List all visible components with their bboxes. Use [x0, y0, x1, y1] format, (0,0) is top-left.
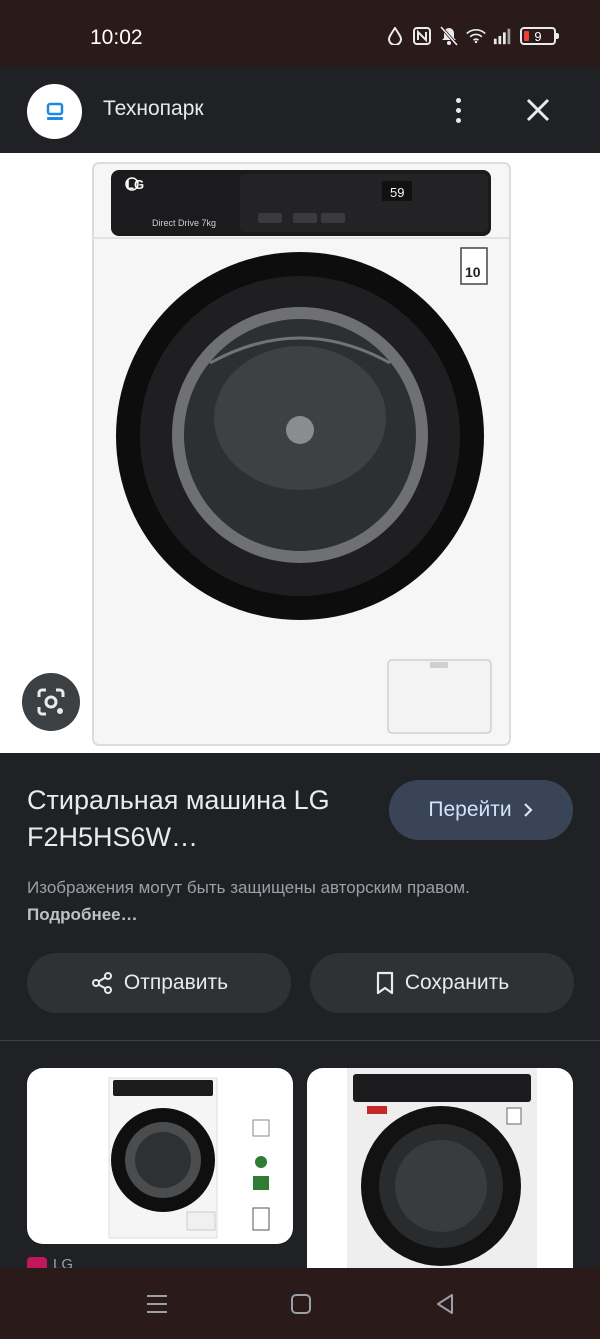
more-vert-icon[interactable] — [444, 93, 472, 127]
site-name[interactable]: Технопарк — [103, 97, 204, 121]
bell-off-icon — [439, 26, 459, 46]
image-title: Стиральная машина LG F2H5HS6W… — [27, 785, 330, 852]
system-navigation-bar — [0, 1268, 600, 1339]
learn-more-link[interactable]: Подробнее… — [27, 905, 138, 924]
home-icon[interactable] — [286, 1290, 316, 1318]
wifi-icon — [466, 26, 486, 46]
visit-button[interactable]: Перейти — [389, 780, 573, 840]
signal-icon — [493, 26, 513, 46]
copyright-disclaimer: Изображения могут быть защищены авторски… — [27, 874, 567, 928]
warranty-badge: 10 — [465, 264, 481, 280]
divider — [0, 1040, 600, 1041]
nfc-icon — [412, 26, 432, 46]
share-button[interactable]: Отправить — [27, 953, 291, 1013]
viewer-header: Технопарк — [0, 67, 600, 153]
machine-display: 59 — [390, 185, 404, 200]
technopark-logo-icon[interactable] — [27, 84, 82, 139]
battery-icon: 9 — [520, 27, 559, 45]
chevron-right-icon — [523, 803, 533, 817]
share-button-label: Отправить — [123, 971, 229, 994]
lens-icon — [37, 688, 65, 716]
washing-machine-illustration: LG Direct Drive 7kg 59 10 — [92, 162, 511, 746]
back-icon[interactable] — [430, 1290, 460, 1318]
related-image-1[interactable] — [27, 1068, 293, 1244]
visit-button-label: Перейти — [428, 798, 512, 821]
google-lens-button[interactable] — [22, 673, 80, 731]
related-washer-thumb — [108, 1077, 270, 1239]
status-icons: 9 — [385, 26, 559, 46]
product-image[interactable]: LG Direct Drive 7kg 59 10 — [0, 153, 600, 753]
data-saver-icon — [385, 26, 405, 46]
recent-apps-icon[interactable] — [142, 1290, 172, 1318]
share-icon — [91, 972, 112, 994]
status-bar: 10:02 9 — [0, 0, 600, 67]
save-button-label: Сохранить — [404, 971, 510, 994]
disclaimer-text: Изображения могут быть защищены авторски… — [27, 878, 470, 897]
related-image-2[interactable] — [307, 1068, 573, 1268]
close-icon[interactable] — [522, 94, 554, 126]
save-button[interactable]: Сохранить — [310, 953, 574, 1013]
bookmark-icon — [376, 971, 393, 995]
model-badge: Direct Drive 7kg — [152, 218, 216, 228]
related-washer-thumb-2 — [347, 1068, 537, 1268]
status-time: 10:02 — [90, 26, 143, 49]
